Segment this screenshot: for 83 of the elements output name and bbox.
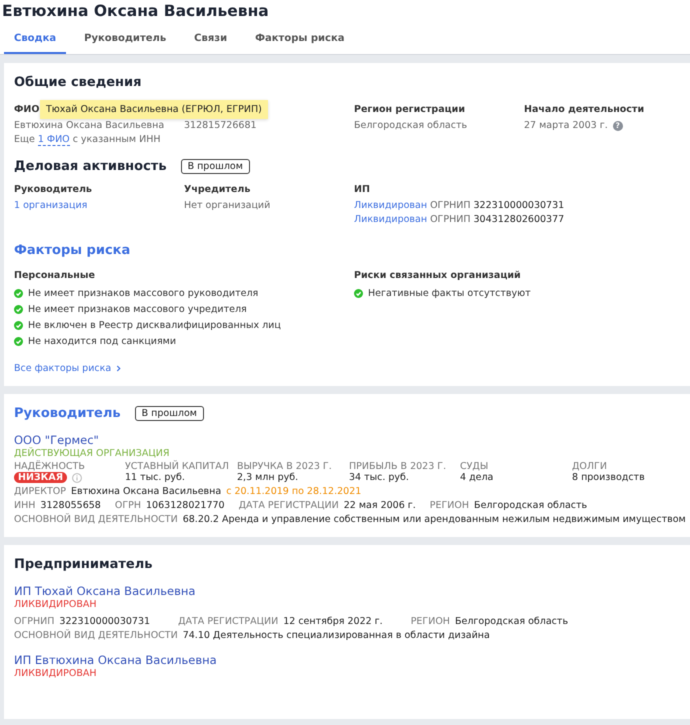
field-label: Учредитель <box>184 184 250 197</box>
page-title: Евтюхина Оксана Васильевна <box>1 1 270 22</box>
tab[interactable]: Факторы риска <box>245 24 355 54</box>
chevron-icon <box>116 365 122 372</box>
field-label: ОГРНИП <box>430 200 470 211</box>
section-heading: Факторы риска <box>14 243 132 258</box>
entrepreneur-status: ЛИКВИДИРОВАН <box>14 599 97 610</box>
field-value: Белгородская область <box>454 616 568 627</box>
metric-label: НАДЁЖНОСТЬ <box>14 462 86 472</box>
field-label: Регион регистрации <box>354 104 465 117</box>
section-heading: Руководитель <box>14 406 121 421</box>
field-value: 322310000030731 <box>59 616 150 627</box>
field-value: 1063128021770 <box>146 500 225 511</box>
period-text: с 20.11.2019 по 28.12.2021 <box>226 486 362 497</box>
tab[interactable]: Сводка <box>4 24 66 54</box>
field-value: Белгородская область <box>474 500 588 511</box>
metric-value: 34 тыс. руб. <box>349 472 410 483</box>
field-value: 312815726681 <box>184 119 258 133</box>
field-value: 68.20.2 Аренда и управление собственным или арендованным нежилым недвижимым имуществом <box>182 514 686 525</box>
tab[interactable]: Связи <box>184 24 238 54</box>
metric-value: 8 производств <box>572 472 646 483</box>
metric-value: 4 дела <box>460 472 494 483</box>
names-link[interactable]: 1 ФИО <box>38 134 70 146</box>
field-label: ОСНОВНОЙ ВИД ДЕЯТЕЛЬНОСТИ <box>14 630 178 641</box>
entrepreneur-link[interactable]: ИП Тюхай Оксана Васильевна <box>14 584 196 598</box>
field-label: Начало деятельности <box>524 104 644 117</box>
field-label: ИП <box>354 184 370 197</box>
field-label: РЕГИОН <box>430 500 470 511</box>
entrepreneur-status: ЛИКВИДИРОВАН <box>14 668 97 679</box>
filter-button[interactable]: В прошлом <box>134 406 204 421</box>
field-value: 304312802600377 <box>474 214 564 225</box>
company-link[interactable]: ООО "Гермес" <box>14 433 99 447</box>
field-label: ОГРНИП <box>14 616 54 627</box>
section-heading: Деловая активность <box>14 159 167 174</box>
field-value: Евтюхина Оксана Васильевна <box>14 119 166 133</box>
company-status: ДЕЙСТВУЮЩАЯ ОРГАНИЗАЦИЯ <box>14 448 170 459</box>
field-value: 322310000030731 <box>474 200 564 211</box>
field-label: ОГРН <box>114 500 142 511</box>
status-link[interactable]: 1 организация <box>14 200 88 211</box>
field-label: ИНН <box>14 500 36 511</box>
info-icon[interactable] <box>72 472 82 482</box>
field-label: ФИО <box>14 104 40 117</box>
field-label: ДАТА РЕГИСТРАЦИИ <box>238 500 339 511</box>
field-label: ДИРЕКТОР <box>14 486 66 497</box>
group-title: Риски связанных организаций <box>354 270 521 283</box>
metric-label: СУДЫ <box>460 462 490 472</box>
group-title: Персональные <box>14 270 95 283</box>
section-heading: Общие сведения <box>14 75 142 90</box>
field-value: 3128055658 <box>40 500 101 511</box>
filter-button[interactable]: В прошлом <box>180 159 250 174</box>
metric-value: 11 тыс. руб. <box>125 472 186 483</box>
field-label: ОГРНИП <box>430 214 470 225</box>
field-value: Нет организаций <box>184 200 270 211</box>
tab[interactable]: Руководитель <box>74 24 176 54</box>
tooltip: Тюхай Оксана Васильевна (ЕГРЮЛ, ЕГРИП) <box>40 100 268 119</box>
more-text: с указанным ИНН <box>72 134 160 145</box>
metric-label: УСТАВНЫЙ КАПИТАЛ <box>125 462 229 472</box>
status-link[interactable]: Ликвидирован <box>354 214 428 225</box>
metric-label: ВЫРУЧКА В 2023 Г. <box>237 462 333 472</box>
field-value: 12 сентября 2022 г. <box>283 616 383 627</box>
entrepreneur-link[interactable]: ИП Евтюхина Оксана Васильевна <box>14 653 217 667</box>
status-link[interactable]: Ликвидирован <box>354 200 428 211</box>
risk-item: Не находится под санкциями <box>28 336 176 346</box>
field-label: ОСНОВНОЙ ВИД ДЕЯТЕЛЬНОСТИ <box>14 514 178 525</box>
more-text: Еще <box>14 134 35 145</box>
section-heading: Предприниматель <box>14 557 154 572</box>
all-risks-link[interactable]: Все факторы риска <box>14 363 122 374</box>
field-value: 27 марта 2003 г. <box>524 119 608 133</box>
risk-badge: НИЗКАЯ <box>14 472 68 483</box>
field-label: Руководитель <box>14 184 92 197</box>
field-value: 22 мая 2006 г. <box>344 500 416 511</box>
field-value: 74.10 Деятельность специализированная в области дизайна <box>182 630 490 641</box>
risk-item: Не имеет признаков массового руководителя <box>28 288 258 298</box>
metric-label: ПРИБЫЛЬ В 2023 Г. <box>349 462 448 472</box>
risk-item: Негативные факты отсутствуют <box>368 288 531 298</box>
field-value: Белгородская область <box>354 119 468 133</box>
field-label: ДАТА РЕГИСТРАЦИИ <box>178 616 278 627</box>
metric-value: 2,3 млн руб. <box>237 472 300 483</box>
risk-item: Не имеет признаков массового учредителя <box>28 304 247 314</box>
field-label: РЕГИОН <box>410 616 450 627</box>
risk-item: Не включен в Реестр дисквалифицированных лиц <box>28 320 281 330</box>
metric-label: ДОЛГИ <box>572 462 608 472</box>
field-value: Евтюхина Оксана Васильевна <box>71 486 222 497</box>
